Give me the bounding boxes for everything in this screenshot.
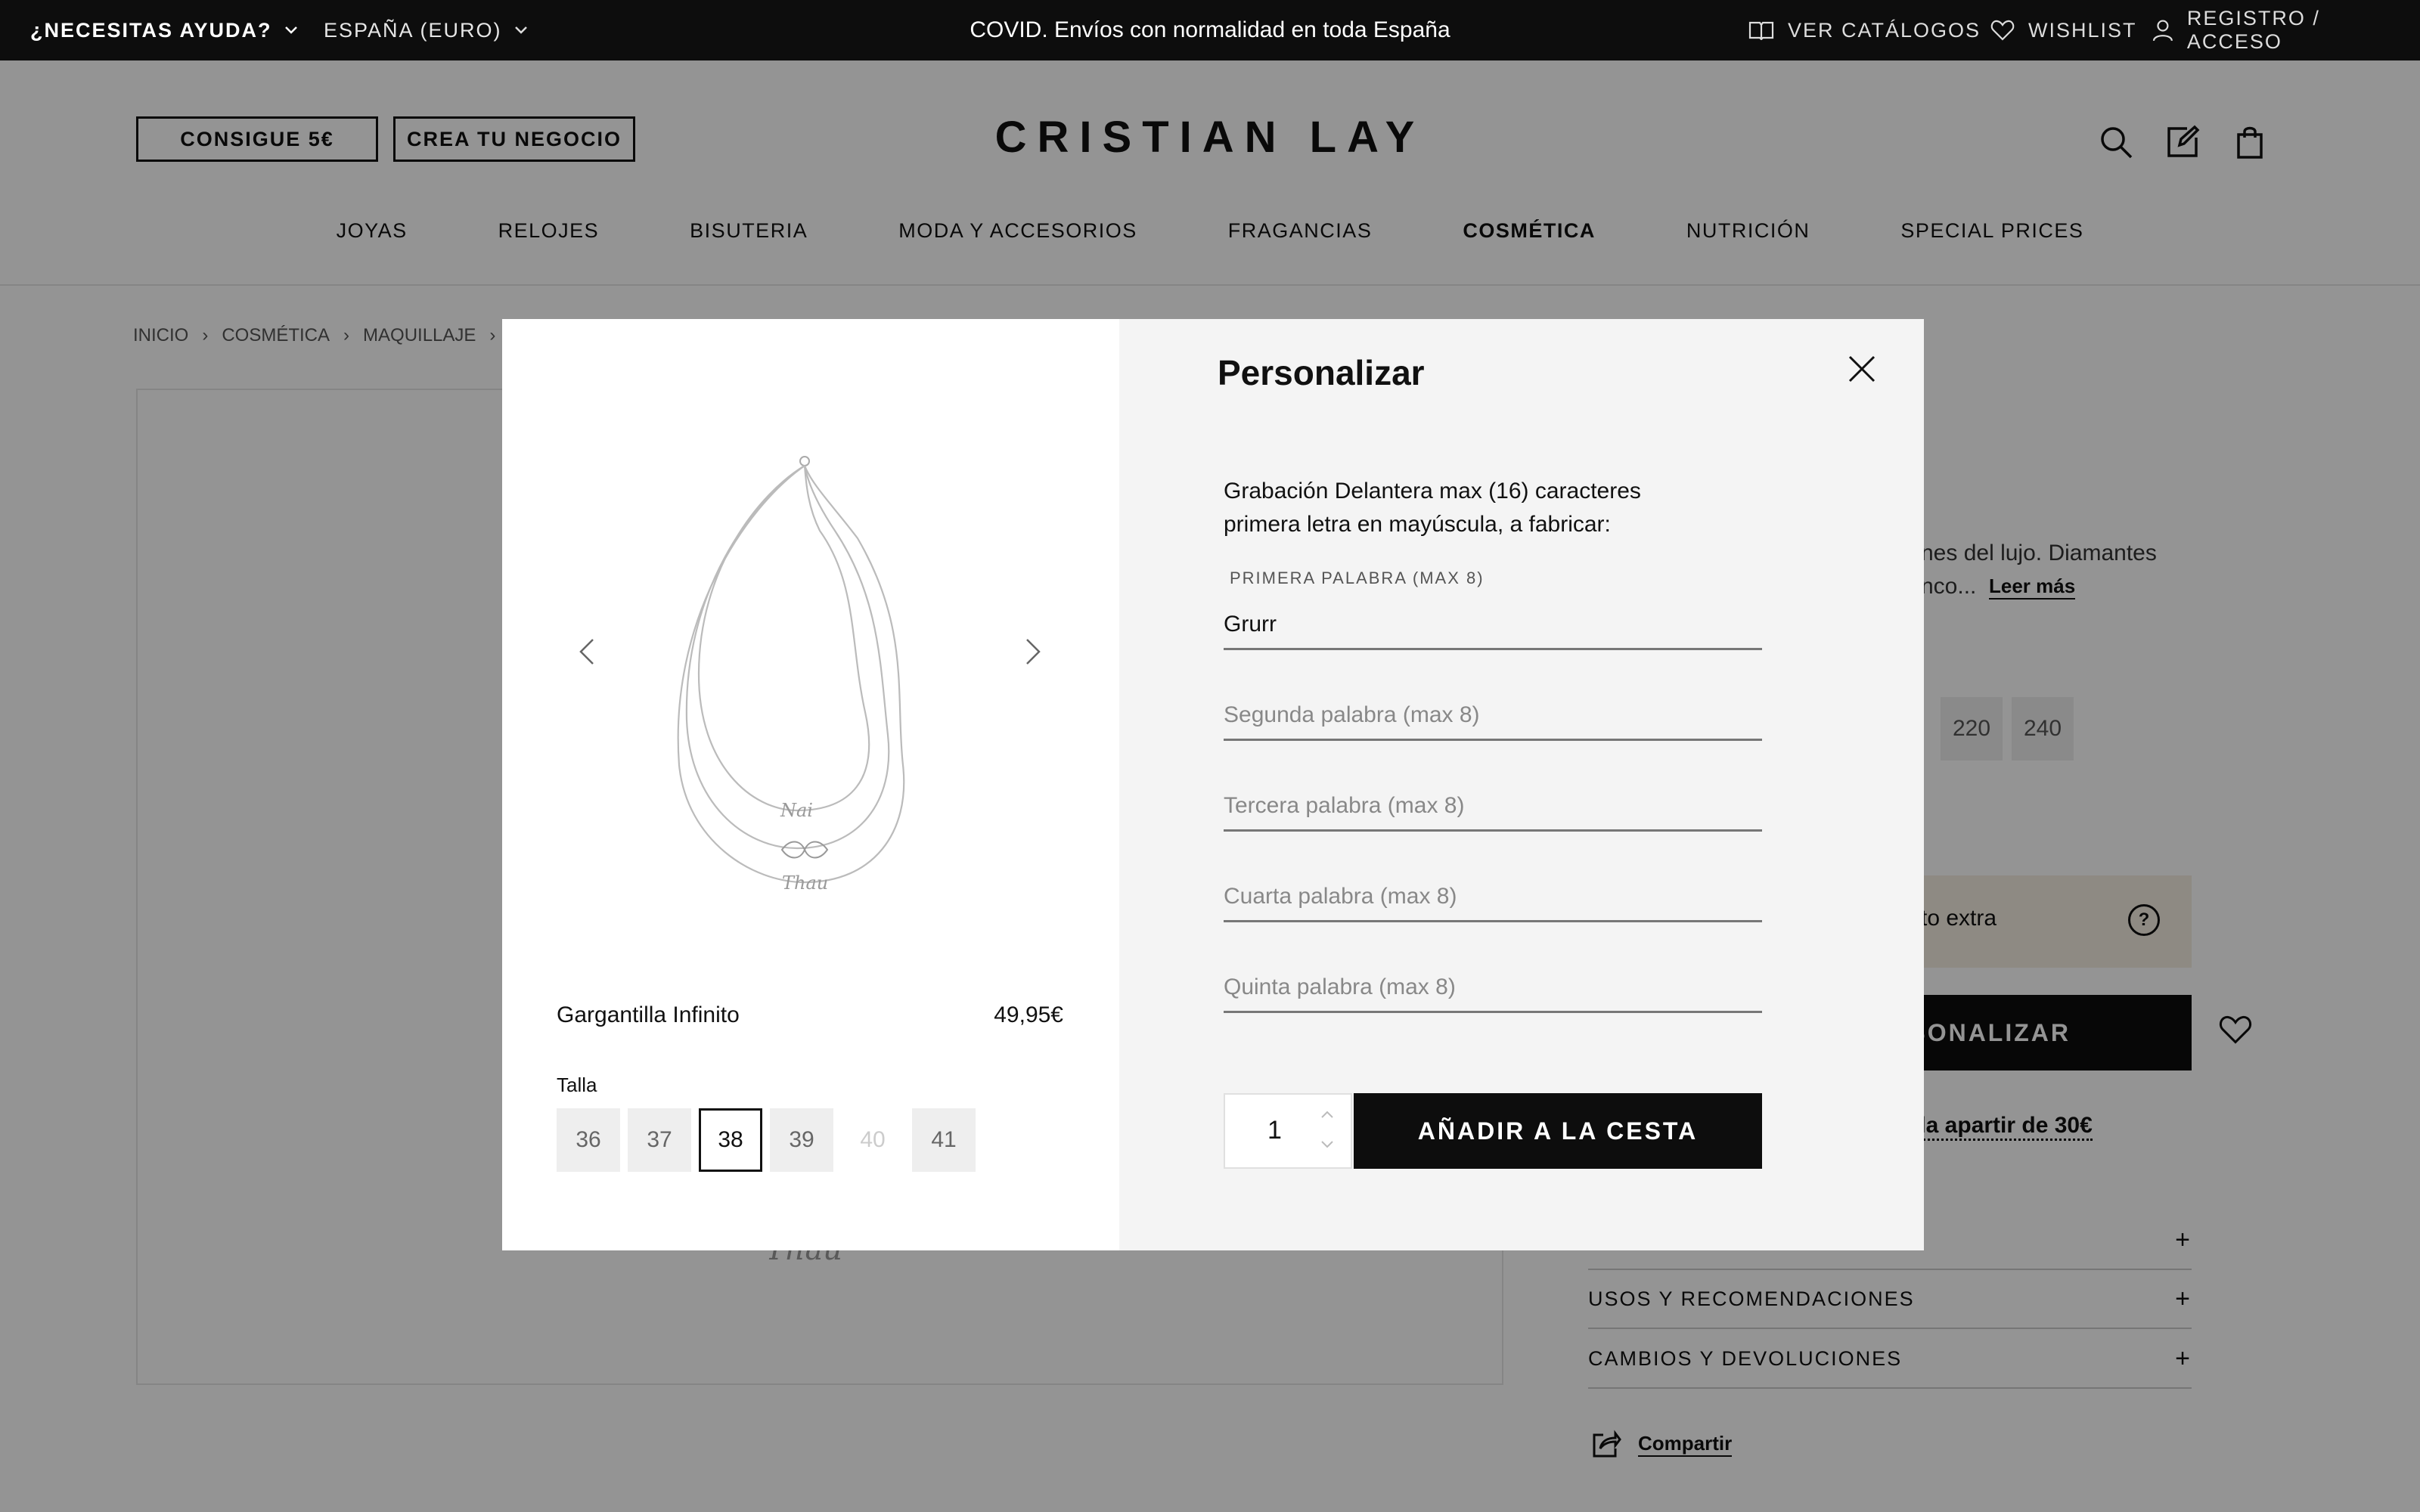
heart-icon bbox=[1990, 20, 2015, 41]
product-image: Nai Thau bbox=[677, 456, 905, 894]
size-label: Talla bbox=[557, 1074, 597, 1096]
modal-product-name: Gargantilla Infinito bbox=[557, 1002, 740, 1027]
fourth-word-field bbox=[1224, 869, 1762, 922]
fifth-word-input[interactable] bbox=[1224, 974, 1762, 1000]
quantity-value: 1 bbox=[1267, 1116, 1282, 1145]
modal-product-panel: Nai Thau Gargantilla Infinito 49,95€ Tal… bbox=[502, 319, 1119, 1250]
region-selector[interactable]: ESPAÑA (EURO) bbox=[324, 0, 528, 60]
add-to-cart-button[interactable]: AÑADIR A LA CESTA bbox=[1354, 1093, 1762, 1169]
second-word-input[interactable] bbox=[1224, 702, 1762, 728]
modal-product-price: 49,95€ bbox=[994, 1002, 1063, 1027]
engraving-instructions: Grabación Delantera max (16) caracteres … bbox=[1224, 479, 1641, 537]
svg-text:Thau: Thau bbox=[782, 872, 828, 894]
first-word-input[interactable] bbox=[1224, 612, 1762, 637]
catalogs-label: VER CATÁLOGOS bbox=[1788, 18, 1981, 42]
fourth-word-input[interactable] bbox=[1224, 884, 1762, 909]
size-option-40-disabled: 40 bbox=[841, 1108, 904, 1172]
modal-title: Personalizar bbox=[1218, 353, 1425, 392]
field-label: PRIMERA PALABRA (MAX 8) bbox=[1230, 569, 1485, 587]
fifth-word-field bbox=[1224, 960, 1762, 1013]
close-icon[interactable] bbox=[1847, 354, 1877, 384]
size-option-38-selected[interactable]: 38 bbox=[699, 1108, 762, 1172]
size-option-39[interactable]: 39 bbox=[770, 1108, 833, 1172]
help-menu[interactable]: ¿NECESITAS AYUDA? bbox=[30, 0, 298, 60]
first-word-field: PRIMERA PALABRA (MAX 8) bbox=[1224, 569, 1762, 650]
chevron-down-icon[interactable] bbox=[1320, 1140, 1334, 1149]
region-label: ESPAÑA (EURO) bbox=[324, 18, 502, 42]
size-option-41[interactable]: 41 bbox=[912, 1108, 976, 1172]
account-label: REGISTRO / ACCESO bbox=[2186, 7, 2320, 53]
catalogs-link[interactable]: VER CATÁLOGOS bbox=[1748, 0, 1981, 60]
size-option-37[interactable]: 37 bbox=[628, 1108, 691, 1172]
chevron-down-icon bbox=[514, 26, 527, 34]
third-word-input[interactable] bbox=[1224, 793, 1762, 819]
third-word-field bbox=[1224, 779, 1762, 832]
chevron-up-icon[interactable] bbox=[1320, 1110, 1334, 1119]
chevron-right-icon[interactable] bbox=[1024, 637, 1042, 667]
second-word-field bbox=[1224, 688, 1762, 741]
size-selector: 36 37 38 39 40 41 bbox=[557, 1108, 976, 1172]
help-label: ¿NECESITAS AYUDA? bbox=[30, 18, 272, 42]
wishlist-label: WISHLIST bbox=[2028, 18, 2137, 42]
wishlist-link[interactable]: WISHLIST bbox=[1990, 0, 2137, 60]
book-icon bbox=[1748, 21, 1774, 40]
personalize-modal: Nai Thau Gargantilla Infinito 49,95€ Tal… bbox=[502, 319, 1924, 1250]
account-link[interactable]: REGISTRO / ACCESO bbox=[2152, 0, 2420, 60]
modal-form-panel: Personalizar Grabación Delantera max (16… bbox=[1119, 319, 1924, 1250]
quantity-stepper[interactable]: 1 bbox=[1224, 1093, 1352, 1169]
promo-text: COVID. Envíos con normalidad en toda Esp… bbox=[970, 17, 1450, 42]
size-option-36[interactable]: 36 bbox=[557, 1108, 620, 1172]
svg-text:Nai: Nai bbox=[780, 800, 813, 821]
chevron-left-icon[interactable] bbox=[578, 637, 596, 667]
chevron-down-icon bbox=[284, 26, 297, 34]
user-icon bbox=[2152, 20, 2173, 42]
top-bar: ¿NECESITAS AYUDA? ESPAÑA (EURO) COVID. E… bbox=[0, 0, 2420, 60]
